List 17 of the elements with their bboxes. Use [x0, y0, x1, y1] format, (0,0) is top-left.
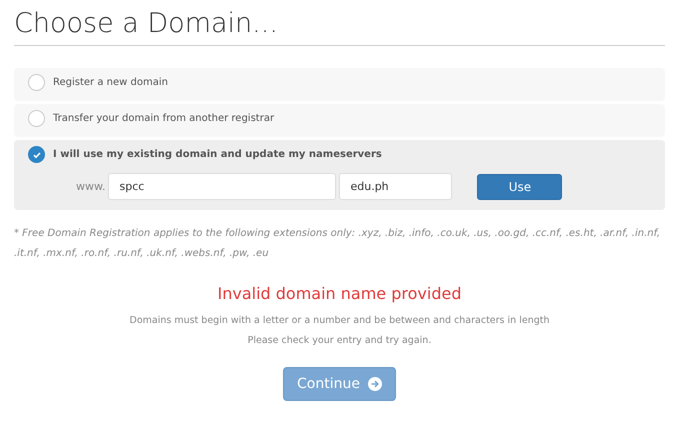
option-label[interactable]: Register a new domain: [53, 77, 168, 88]
option-label[interactable]: Transfer your domain from another registrar: [53, 113, 274, 124]
page-title: Choose a Domain...: [14, 8, 665, 46]
radio-button[interactable]: [28, 110, 45, 127]
option-label[interactable]: I will use my existing domain and update my nameservers: [53, 149, 382, 160]
error-title: Invalid domain name provided: [218, 284, 462, 303]
use-button[interactable]: Use: [477, 174, 562, 200]
prefix-label: www.: [76, 180, 106, 193]
note-text: * Free Domain Registration applies to the following extensions only: .xyz, .biz, .info, .co.uk, .us, .oo.gd, .cc.nf, .es.ht, .ar.nf, .in.nf, .it.nf, .mx.nf, .ro.nf, .ru.nf, .uk.nf, .webs.nf, .pw, .eu: [14, 227, 662, 261]
error-message: Domains must begin with a letter or a number and be between and characters in length: [130, 314, 550, 328]
radio-button[interactable]: [28, 146, 45, 163]
error-message: Please check your entry and try again.: [248, 334, 432, 348]
domain-input[interactable]: spcc: [108, 173, 336, 200]
check-icon: [32, 150, 42, 160]
radio-button[interactable]: [28, 74, 45, 91]
arrow-circle-icon: [368, 377, 382, 391]
extension-input[interactable]: edu.ph: [339, 173, 452, 200]
